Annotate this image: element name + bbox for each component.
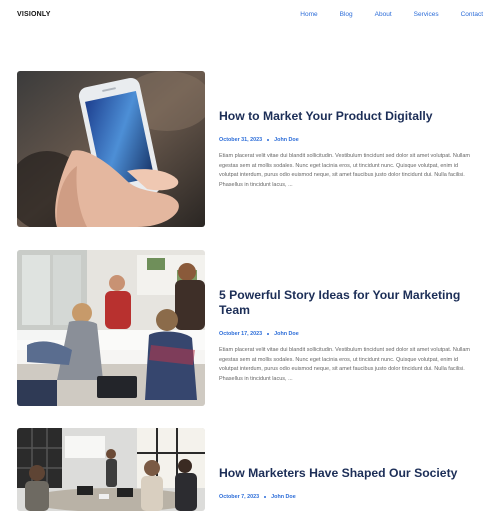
phone-in-hand-image — [17, 71, 205, 227]
site-header: VISIONLY Home Blog About Services Contac… — [0, 0, 500, 32]
post-date[interactable]: October 7, 2023 — [219, 494, 259, 500]
post-author[interactable]: John Doe — [274, 331, 299, 337]
post-date[interactable]: October 31, 2023 — [219, 137, 262, 143]
post-date[interactable]: October 17, 2023 — [219, 331, 262, 337]
nav-link-home[interactable]: Home — [300, 11, 317, 18]
post-title[interactable]: 5 Powerful Story Ideas for Your Marketin… — [219, 288, 477, 318]
site-logo[interactable]: VISIONLY — [17, 11, 51, 18]
nav-link-services[interactable]: Services — [414, 11, 439, 18]
post-thumbnail[interactable] — [17, 428, 205, 511]
team-meeting-image — [17, 250, 205, 406]
nav-link-contact[interactable]: Contact — [461, 11, 483, 18]
post-thumbnail[interactable] — [17, 71, 205, 227]
separator-dot — [267, 333, 270, 335]
post-author[interactable]: John Doe — [271, 494, 296, 500]
blog-post-card: 5 Powerful Story Ideas for Your Marketin… — [17, 250, 483, 406]
post-thumbnail[interactable] — [17, 250, 205, 406]
blog-post-card: How Marketers Have Shaped Our Society Oc… — [17, 428, 483, 511]
post-title[interactable]: How Marketers Have Shaped Our Society — [219, 466, 477, 481]
post-excerpt: Etiam placerat velit vitae dui blandit s… — [219, 153, 470, 188]
separator-dot — [264, 496, 267, 498]
post-meta: October 17, 2023 John Doe — [219, 331, 477, 337]
post-title[interactable]: How to Market Your Product Digitally — [219, 109, 477, 124]
office-presentation-image — [17, 428, 205, 511]
blog-post-card: How to Market Your Product Digitally Oct… — [17, 71, 483, 227]
nav-link-about[interactable]: About — [375, 11, 392, 18]
main-nav: Home Blog About Services Contact — [278, 11, 483, 18]
separator-dot — [267, 139, 270, 141]
post-author[interactable]: John Doe — [274, 137, 299, 143]
post-excerpt: Etiam placerat velit vitae dui blandit s… — [219, 347, 470, 382]
post-meta: October 31, 2023 John Doe — [219, 137, 477, 143]
nav-link-blog[interactable]: Blog — [340, 11, 353, 18]
post-meta: October 7, 2023 John Doe — [219, 494, 477, 500]
